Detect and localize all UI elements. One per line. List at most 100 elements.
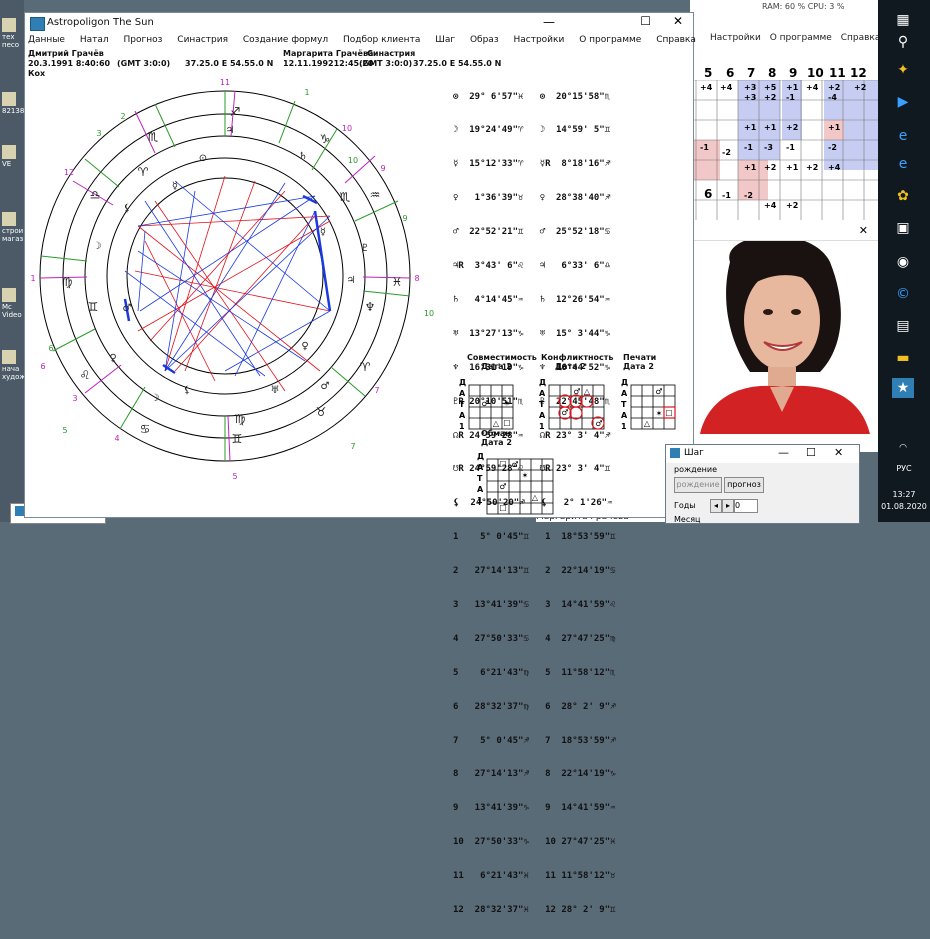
svg-text:А: А bbox=[459, 411, 466, 420]
svg-text:♌: ♌ bbox=[80, 368, 91, 382]
resource-status: RAM: 60 % CPU: 3 % bbox=[762, 2, 845, 11]
svg-text:♉: ♉ bbox=[316, 405, 327, 419]
menu-item-natal[interactable]: Натал bbox=[80, 35, 109, 45]
svg-text:-1: -1 bbox=[786, 143, 795, 152]
menu-item-data[interactable]: Данные bbox=[28, 35, 65, 45]
grid-header: 12 bbox=[850, 66, 867, 80]
app-icon[interactable]: ✦ bbox=[892, 60, 914, 80]
clock-time[interactable]: 13:27 bbox=[878, 490, 930, 499]
svg-text:✶: ✶ bbox=[522, 471, 529, 480]
folder-icon[interactable]: ▬ bbox=[892, 348, 914, 368]
menu-item-image[interactable]: Образ bbox=[470, 35, 499, 45]
svg-text:+4: +4 bbox=[700, 83, 713, 92]
app-icon[interactable]: ▤ bbox=[892, 316, 914, 336]
astropoligon-taskbar-icon[interactable]: ★ bbox=[892, 378, 914, 398]
svg-text:6: 6 bbox=[40, 362, 45, 371]
close-icon[interactable]: ✕ bbox=[859, 224, 868, 237]
svg-text:+2: +2 bbox=[786, 123, 798, 132]
desktop-icon[interactable]: Mc Video bbox=[2, 288, 24, 319]
desktop-icon[interactable]: строи магаз bbox=[2, 212, 24, 243]
desktop-icon[interactable]: тех песо bbox=[2, 18, 24, 49]
birth-button[interactable]: рождение bbox=[674, 477, 722, 493]
synastry-label: Синастрия bbox=[367, 49, 416, 58]
wifi-icon[interactable]: ◠ bbox=[892, 438, 914, 458]
bg-menu-item[interactable]: Справка bbox=[841, 33, 881, 43]
svg-text:-4: -4 bbox=[828, 93, 837, 102]
menu-item-help[interactable]: Справка bbox=[656, 35, 696, 45]
grid-header: 5 bbox=[704, 66, 713, 80]
minimize-icon[interactable]: — bbox=[543, 15, 555, 29]
table-row: 3 13°41'39"♋ 3 14°41'59"♌ bbox=[453, 599, 616, 610]
svg-text:♂: ♂ bbox=[511, 460, 518, 469]
camera-icon[interactable]: ◉ bbox=[892, 252, 914, 272]
svg-text:♒: ♒ bbox=[370, 188, 381, 202]
table-row: 4 27°50'33"♋ 4 27°47'25"♍ bbox=[453, 633, 616, 644]
menu-item-step[interactable]: Шаг bbox=[435, 35, 455, 45]
svg-text:✶: ✶ bbox=[656, 409, 663, 418]
desktop-icon[interactable]: 82138 bbox=[2, 92, 24, 115]
app-icon bbox=[30, 17, 45, 31]
bg-grid: +4 +4 +3 +5 +1 +4 +2 +2 +3 +2 -1 -4 +1 +1 +2 +1 -1 -2 -… bbox=[690, 80, 878, 220]
clock-date[interactable]: 01.08.2020 bbox=[878, 502, 930, 511]
table-row: ♀ 1°36'39"♉ ♀ 28°38'40"♐ bbox=[453, 193, 611, 204]
svg-text:+1: +1 bbox=[744, 163, 757, 172]
bg-menu-item[interactable]: О программе bbox=[770, 33, 832, 43]
svg-text:♑: ♑ bbox=[320, 132, 331, 146]
svg-text:☐: ☐ bbox=[503, 419, 510, 428]
group-label: рождение bbox=[674, 465, 717, 474]
desktop-icon[interactable]: VE bbox=[2, 145, 24, 168]
forecast-button[interactable]: прогноз bbox=[724, 477, 764, 493]
svg-text:3: 3 bbox=[72, 394, 77, 403]
svg-text:♊: ♊ bbox=[232, 432, 243, 446]
svg-text:+3: +3 bbox=[744, 83, 756, 92]
app-icon[interactable]: e bbox=[892, 154, 914, 174]
bg-menu-item[interactable]: Настройки bbox=[710, 33, 761, 43]
menu-item-about[interactable]: О программе bbox=[579, 35, 641, 45]
windows-start-icon[interactable]: ▦ bbox=[892, 10, 914, 30]
close-icon[interactable]: ✕ bbox=[834, 446, 843, 459]
years-input[interactable]: 0 bbox=[734, 499, 758, 513]
years-increment[interactable]: ▸ bbox=[722, 499, 734, 513]
menu-item-synastry[interactable]: Синастрия bbox=[177, 35, 228, 45]
maximize-icon[interactable]: ☐ bbox=[806, 446, 816, 459]
svg-text:+1: +1 bbox=[828, 123, 841, 132]
menu-item-settings[interactable]: Настройки bbox=[513, 35, 564, 45]
app-icon[interactable]: © bbox=[892, 284, 914, 304]
svg-text:☐: ☐ bbox=[499, 460, 506, 469]
search-icon[interactable]: ⚲ bbox=[892, 32, 914, 52]
paint-icon[interactable]: ✿ bbox=[892, 186, 914, 206]
close-icon[interactable]: ✕ bbox=[673, 14, 683, 28]
language-indicator[interactable]: РУС bbox=[878, 464, 930, 473]
svg-text:+1: +1 bbox=[786, 83, 799, 92]
years-decrement[interactable]: ◂ bbox=[710, 499, 722, 513]
svg-text:⊙: ⊙ bbox=[199, 153, 207, 164]
svg-text:+1: +1 bbox=[764, 123, 777, 132]
svg-text:8: 8 bbox=[414, 274, 419, 283]
person2-tz: (GMT 3:0:0) bbox=[359, 59, 413, 68]
app-icon[interactable]: ▶ bbox=[892, 92, 914, 112]
svg-text:-1: -1 bbox=[700, 143, 709, 152]
svg-text:А: А bbox=[539, 389, 546, 398]
svg-text:4: 4 bbox=[114, 434, 119, 443]
main-titlebar: Astropoligon The Sun — ☐ ✕ bbox=[25, 13, 693, 35]
person-photo bbox=[690, 222, 878, 434]
minimize-icon[interactable]: — bbox=[778, 446, 789, 459]
person2-coords: 37.25.0 E 54.55.0 N bbox=[413, 59, 502, 68]
svg-text:А: А bbox=[621, 389, 628, 398]
maximize-icon[interactable]: ☐ bbox=[640, 14, 651, 28]
desktop-icon[interactable]: нача худож bbox=[2, 350, 24, 381]
menu-item-client[interactable]: Подбор клиента bbox=[343, 35, 420, 45]
svg-text:-1: -1 bbox=[722, 191, 731, 200]
menu-item-forecast[interactable]: Прогноз bbox=[124, 35, 163, 45]
aspect-grids: ДАТА1 ДАТА1 ДАТА1 ДАТА1 ♂ ✶△ ☐ ♂ △♂♂ ♂✶ … bbox=[459, 378, 676, 515]
desktop-left: тех песо 82138 VE строи магаз Mc Video н… bbox=[0, 0, 24, 522]
svg-text:♂: ♂ bbox=[123, 303, 132, 314]
edge-icon[interactable]: e bbox=[892, 126, 914, 146]
app-icon[interactable]: ▣ bbox=[892, 218, 914, 238]
svg-text:9: 9 bbox=[402, 214, 407, 223]
photo-window: ✕ bbox=[690, 222, 878, 452]
grid-header: 7 bbox=[747, 66, 756, 80]
table-row: 9 13°41'39"♑ 9 14°41'59"♒ bbox=[453, 803, 616, 814]
menu-item-formulas[interactable]: Создание формул bbox=[243, 35, 328, 45]
grid-header: 10 bbox=[807, 66, 824, 80]
